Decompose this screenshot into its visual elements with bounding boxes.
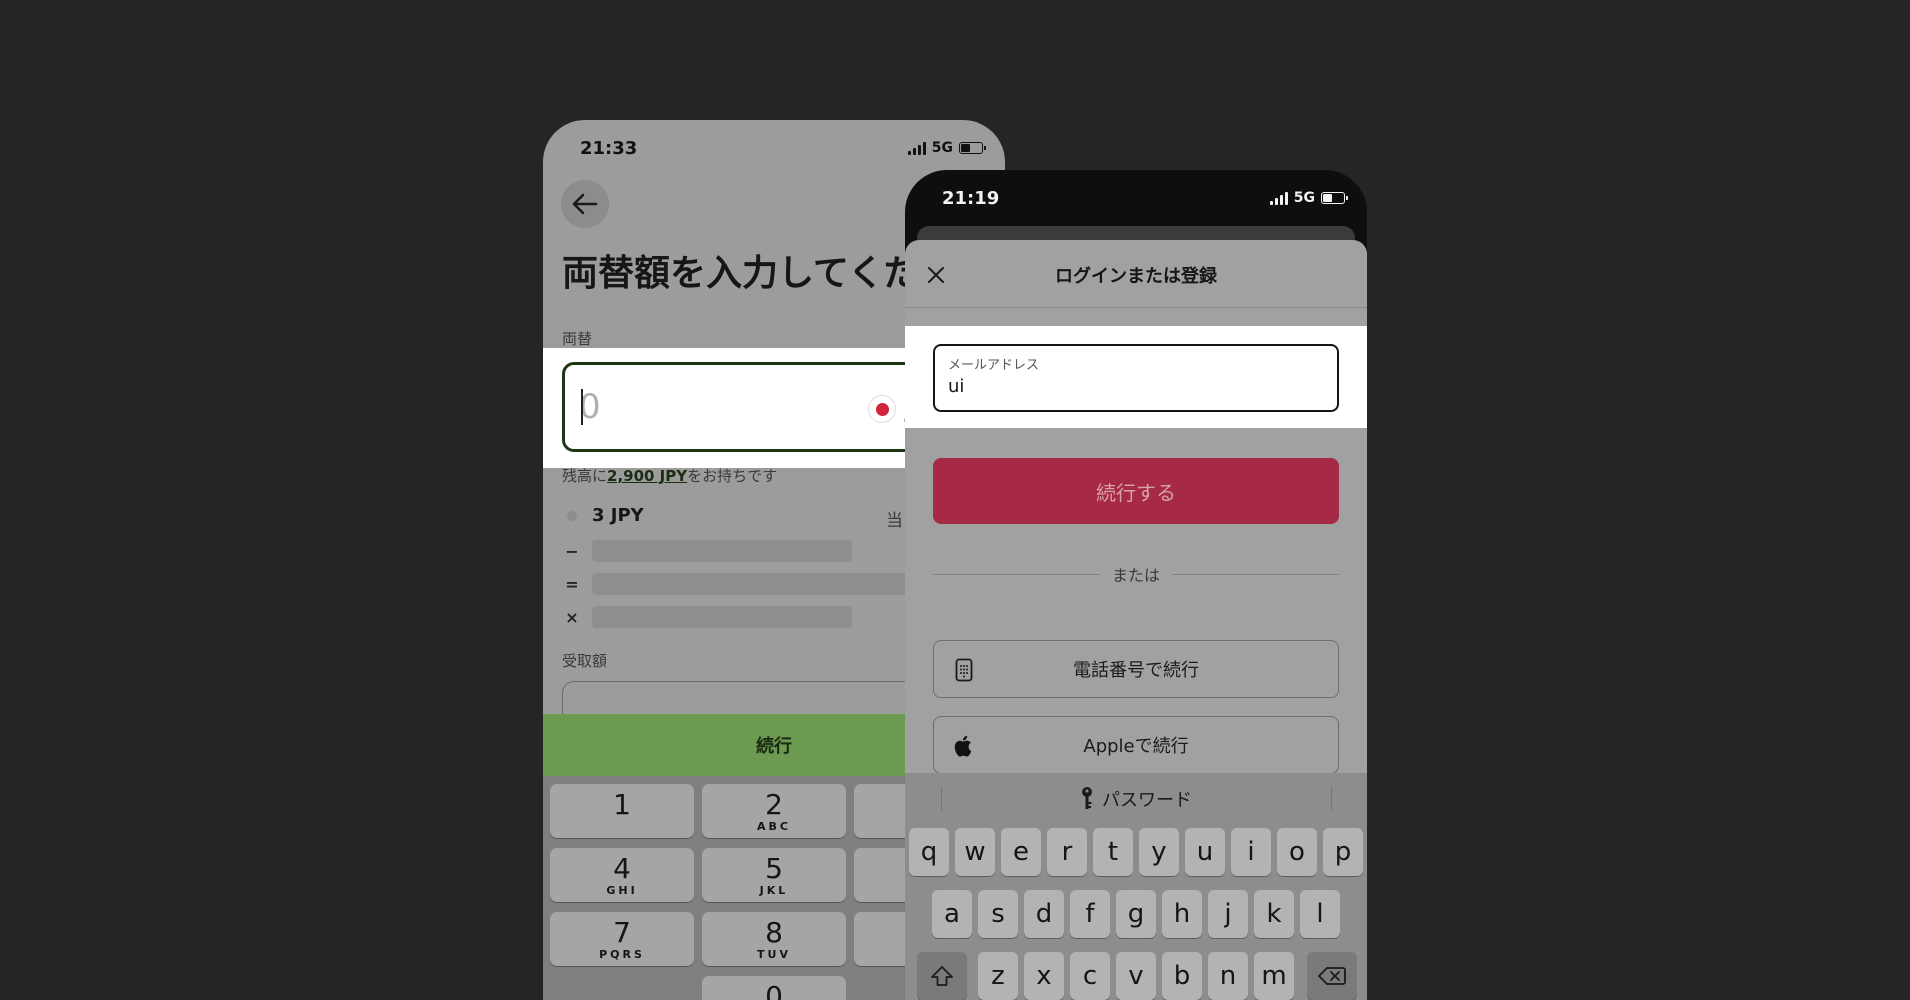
battery-icon (959, 142, 986, 154)
loading-skeleton (592, 573, 912, 595)
balance-amount-link[interactable]: 2,900 JPY (607, 467, 687, 485)
key-x[interactable]: x (1024, 952, 1064, 1000)
calc-row-equals: = (562, 573, 912, 595)
key-w[interactable]: w (955, 828, 995, 876)
email-value: ui (948, 376, 965, 397)
rate-label: 当 (886, 511, 903, 531)
sheet-header: ログインまたは登録 (905, 240, 1367, 308)
or-text: または (1112, 566, 1161, 585)
status-time: 21:19 (942, 188, 1000, 209)
loading-skeleton (592, 540, 852, 562)
login-screen: 21:19 5G ログインまたは登録 メールアドレス ui 続行する または 電… (905, 170, 1367, 1000)
keypad-key-0[interactable]: 0 (702, 976, 846, 1000)
key-c[interactable]: c (1070, 952, 1110, 1000)
keypad-key-5[interactable]: 5 JKL (702, 848, 846, 902)
or-divider: または (933, 562, 1340, 586)
key-icon (1082, 787, 1092, 809)
email-field[interactable]: メールアドレス ui (933, 344, 1339, 412)
keypad-key-2[interactable]: 2 ABC (702, 784, 846, 838)
key-n[interactable]: n (1208, 952, 1248, 1000)
key-o[interactable]: o (1277, 828, 1317, 876)
signal-icon (1269, 191, 1288, 205)
network-label: 5G (1293, 190, 1315, 206)
apple-continue-label: Appleで続行 (1083, 736, 1189, 757)
calc-row-minus: − (562, 540, 852, 562)
key-g[interactable]: g (1116, 890, 1156, 938)
key-y[interactable]: y (1139, 828, 1179, 876)
key-v[interactable]: v (1116, 952, 1156, 1000)
continue-button[interactable]: 続行する (933, 458, 1339, 524)
qwerty-keyboard: パスワード q w e r t y u i o p a s d f g h j … (905, 773, 1367, 1000)
keypad-key-7[interactable]: 7 PQRS (550, 912, 694, 966)
apple-icon (952, 733, 976, 759)
phone-continue-button[interactable]: 電話番号で続行 (933, 640, 1339, 698)
page-title: 両替額を入力してくだ (562, 253, 920, 294)
phone-icon (952, 657, 976, 683)
key-u[interactable]: u (1185, 828, 1225, 876)
key-e[interactable]: e (1001, 828, 1041, 876)
network-label: 5G (931, 140, 953, 156)
email-label: メールアドレス (948, 358, 1040, 373)
keypad-key-8[interactable]: 8 TUV (702, 912, 846, 966)
fee-value: 3 JPY (592, 505, 644, 526)
back-arrow-icon (572, 193, 598, 215)
keypad-key-1[interactable]: 1 (550, 784, 694, 838)
key-i[interactable]: i (1231, 828, 1271, 876)
loading-skeleton (592, 606, 852, 628)
key-j[interactable]: j (1208, 890, 1248, 938)
delete-icon (1318, 967, 1346, 985)
exchange-label: 両替 (562, 330, 593, 348)
text-caret (581, 389, 583, 425)
receive-label: 受取額 (562, 652, 608, 670)
key-l[interactable]: l (1300, 890, 1340, 938)
balance-info: 残高に2,900 JPYをお持ちです (562, 467, 778, 485)
keypad-key-4[interactable]: 4 GHI (550, 848, 694, 902)
key-m[interactable]: m (1254, 952, 1294, 1000)
status-bar: 21:19 5G (905, 170, 1367, 230)
phone-continue-label: 電話番号で続行 (1073, 660, 1199, 681)
calc-row-multiply: × (562, 606, 852, 628)
key-p[interactable]: p (1323, 828, 1363, 876)
sheet-title: ログインまたは登録 (1055, 266, 1217, 287)
shift-icon (931, 966, 953, 986)
key-r[interactable]: r (1047, 828, 1087, 876)
key-s[interactable]: s (978, 890, 1018, 938)
key-f[interactable]: f (1070, 890, 1110, 938)
key-a[interactable]: a (932, 890, 972, 938)
delete-key[interactable] (1307, 952, 1357, 1000)
key-k[interactable]: k (1254, 890, 1294, 938)
battery-icon (1321, 192, 1348, 204)
password-suggestion[interactable]: パスワード (905, 773, 1367, 825)
back-button[interactable] (561, 180, 609, 228)
key-z[interactable]: z (978, 952, 1018, 1000)
key-b[interactable]: b (1162, 952, 1202, 1000)
status-time: 21:33 (580, 138, 638, 159)
apple-continue-button[interactable]: Appleで続行 (933, 716, 1339, 774)
key-t[interactable]: t (1093, 828, 1133, 876)
key-h[interactable]: h (1162, 890, 1202, 938)
japan-flag-icon (868, 395, 896, 423)
fee-row: 3 JPY (562, 505, 644, 526)
shift-key[interactable] (917, 952, 967, 1000)
key-q[interactable]: q (909, 828, 949, 876)
signal-icon (907, 141, 926, 155)
password-suggestion-label: パスワード (1102, 790, 1192, 811)
key-d[interactable]: d (1024, 890, 1064, 938)
